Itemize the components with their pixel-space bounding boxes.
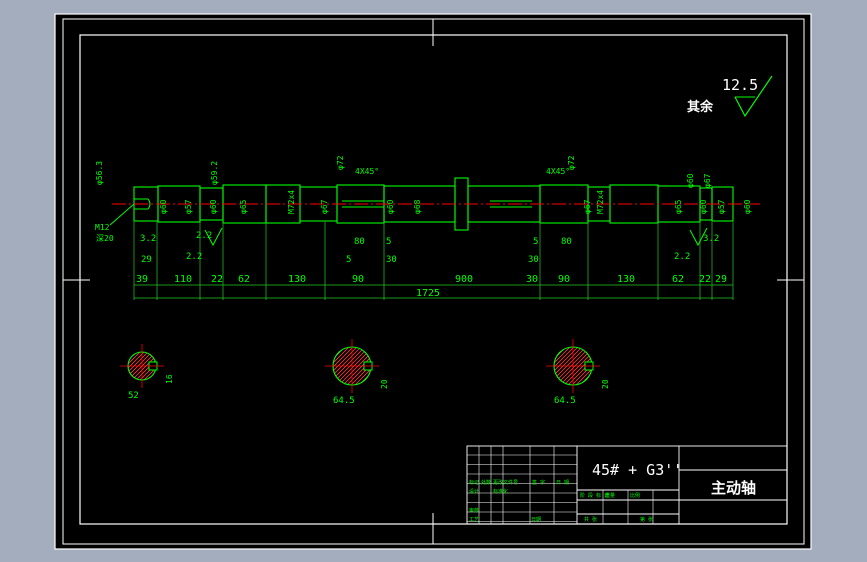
top-label-3: 4X45° — [355, 167, 379, 176]
upper-length-label-1: 3.2 — [140, 234, 156, 244]
upper-length-label-3: 5 — [386, 237, 391, 247]
section-depth-0: 52 — [128, 391, 139, 401]
section-depth-1: 64.5 — [333, 396, 355, 406]
diameter-label-0: φ60 — [159, 199, 168, 214]
section-width-0: 16 — [165, 374, 174, 384]
roughness-note: 其余 — [687, 99, 714, 115]
title-cell-2: 更改文件号 — [493, 479, 518, 486]
top-label-2: φ72 — [336, 155, 345, 170]
length-label-4: 130 — [288, 274, 306, 285]
title-cell-7: 审核 — [469, 507, 479, 514]
cad-drawing[interactable]: 12.5 其余 16 52 20 64.5 20 64.5 标记 处数 更改文件号 签 字 日 期… — [0, 0, 867, 562]
top-label-1: φ59.2 — [210, 161, 219, 185]
top-label-5: φ72 — [567, 155, 576, 170]
upper-length-label-6: 30 — [528, 255, 539, 265]
upper-length-label-2: 80 — [354, 237, 365, 247]
upper-length-label-7: 5 — [533, 237, 538, 247]
diameter-label-13: φ60 — [743, 199, 752, 214]
title-cell-0: 标记 — [469, 479, 479, 486]
diameter-label-2: φ60 — [209, 199, 218, 214]
title-cell-12: 比例 — [630, 492, 640, 499]
title-cell-14: 第 张 — [640, 516, 653, 523]
section-width-2: 20 — [601, 379, 610, 389]
diameter-label-9: M72x4 — [596, 190, 605, 214]
cad-viewport[interactable]: 12.5 其余 16 52 20 64.5 20 64.5 标记 处数 更改文件号 签 字 日 期… — [0, 0, 867, 562]
diameter-label-12: φ57 — [717, 199, 726, 214]
upper-length-label-5: 30 — [386, 255, 397, 265]
diameter-label-11: φ60 — [699, 199, 708, 214]
title-cell-5: 设计 — [469, 488, 479, 495]
title-cell-1: 处数 — [481, 479, 491, 486]
diameter-label-4: M72x4 — [287, 190, 296, 214]
groove-label-2: 2.2 — [196, 231, 212, 241]
length-label-5: 90 — [352, 274, 364, 285]
length-label-8: 90 — [558, 274, 570, 285]
total-length-label: 1725 — [416, 288, 440, 299]
length-label-7: 30 — [526, 274, 538, 285]
length-label-6: 900 — [455, 274, 473, 285]
section-depth-2: 64.5 — [554, 396, 576, 406]
groove-label-0: 2.2 — [186, 252, 202, 262]
title-cell-11: 重量 — [605, 492, 615, 499]
diameter-label-6: φ60 — [386, 199, 395, 214]
title-cell-13: 共 张 — [584, 516, 597, 523]
length-label-3: 62 — [238, 274, 250, 285]
diameter-label-1: φ57 — [184, 199, 193, 214]
length-label-10: 62 — [672, 274, 684, 285]
top-label-7: φ67 — [703, 173, 712, 188]
title-cell-8: 工艺 — [469, 517, 479, 523]
top-label-0: φ56.3 — [95, 161, 104, 185]
upper-length-label-4: 5 — [346, 255, 351, 265]
top-label-6: φ60 — [686, 173, 695, 188]
length-label-2: 22 — [211, 274, 223, 285]
diameter-label-8: φ65 — [674, 199, 683, 214]
side-label-1: 深20 — [96, 234, 114, 243]
groove-label-1: 2.2 — [674, 252, 690, 262]
part-name: 主动轴 — [711, 479, 756, 497]
length-label-11: 22 — [699, 274, 711, 285]
material-label: 45# + G3'' — [592, 461, 682, 479]
length-label-0: 39 — [136, 274, 148, 285]
title-cell-6: 标准化 — [493, 488, 508, 495]
diameter-label-7: φ68 — [413, 199, 422, 214]
diameter-label-10: φ67 — [583, 199, 592, 214]
length-label-1: 110 — [174, 274, 192, 285]
section-width-1: 20 — [380, 379, 389, 389]
title-cell-4: 日 期 — [556, 480, 569, 486]
upper-length-label-8: 80 — [561, 237, 572, 247]
length-label-12: 29 — [715, 274, 727, 285]
length-label-9: 130 — [617, 274, 635, 285]
side-label-0: M12 — [95, 223, 110, 232]
model-canvas[interactable] — [54, 13, 812, 550]
upper-length-label-0: 29 — [141, 255, 152, 265]
upper-length-label-9: 3.2 — [703, 234, 719, 244]
diameter-label-5: φ67 — [320, 199, 329, 214]
roughness-value: 12.5 — [722, 76, 758, 94]
title-cell-3: 签 字 — [532, 479, 545, 486]
diameter-label-3: φ65 — [239, 199, 248, 214]
title-cell-9: 日期 — [531, 517, 541, 523]
